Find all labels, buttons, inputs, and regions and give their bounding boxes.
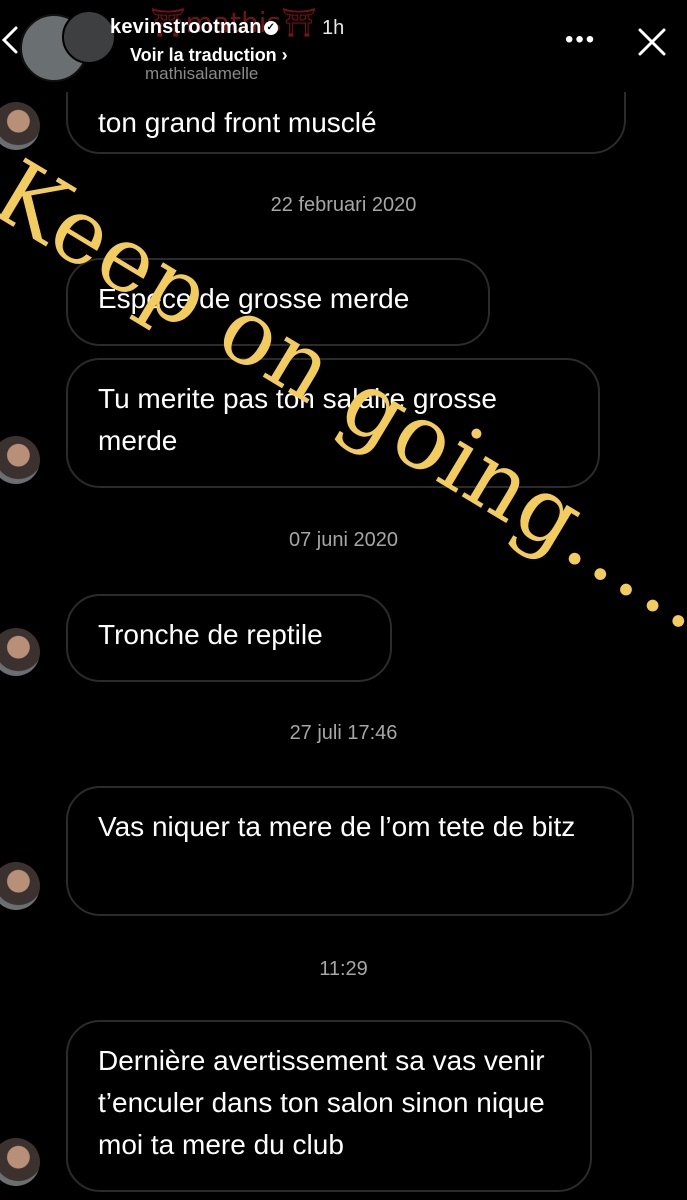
story-header: ⛩mathis⛩ kevinstrootman ✓ 1h mathisalamel… bbox=[0, 0, 687, 92]
more-options-icon[interactable]: ••• bbox=[565, 26, 596, 54]
profile-avatar[interactable] bbox=[62, 10, 116, 64]
date-separator: 11:29 bbox=[319, 958, 368, 980]
verified-icon: ✓ bbox=[263, 20, 278, 35]
sender-avatar[interactable] bbox=[0, 436, 40, 484]
sender-avatar[interactable] bbox=[0, 1138, 40, 1186]
message-bubble: Vas niquer ta mere de l’om tete de bitz bbox=[66, 786, 634, 916]
close-icon[interactable] bbox=[632, 22, 672, 62]
translate-link[interactable]: Voir la traduction › bbox=[130, 45, 288, 66]
username-text: kevinstrootman bbox=[110, 16, 262, 38]
username[interactable]: kevinstrootman ✓ bbox=[110, 16, 278, 39]
message-bubble: Dernière avertissement sa vas venir t’en… bbox=[66, 1020, 592, 1192]
date-separator: 27 juli 17:46 bbox=[289, 722, 398, 744]
subhandle: mathisalamelle bbox=[145, 64, 259, 83]
message-bubble: Tronche de reptile bbox=[66, 594, 392, 682]
post-time: 1h bbox=[322, 17, 345, 39]
sender-avatar[interactable] bbox=[0, 628, 40, 676]
sender-avatar[interactable] bbox=[0, 862, 40, 910]
